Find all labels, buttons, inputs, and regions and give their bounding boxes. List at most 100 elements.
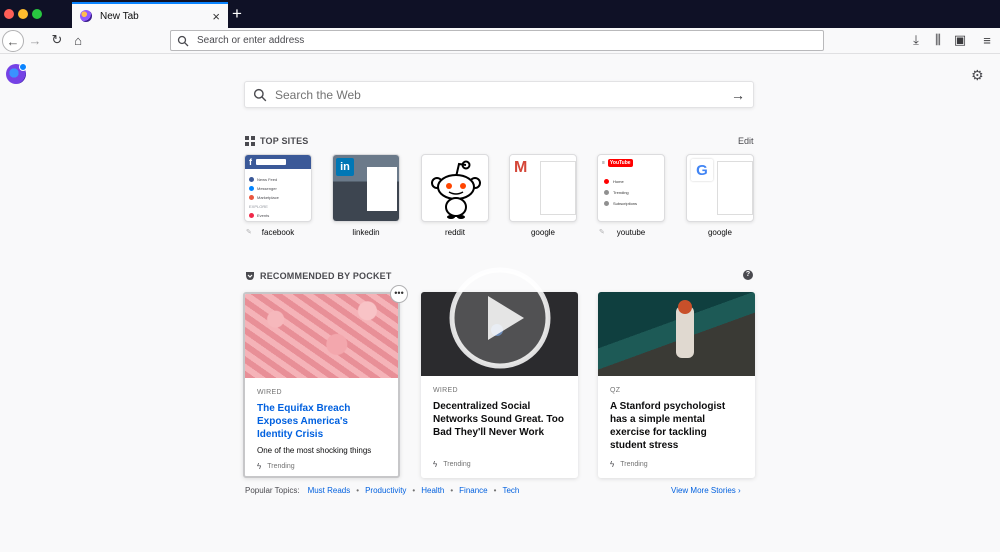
top-site-label: google (530, 228, 556, 237)
home-button[interactable]: ⌂ (70, 32, 86, 48)
pocket-icon (246, 272, 254, 280)
top-sites-label: TOP SITES (260, 136, 309, 146)
pocket-card[interactable]: QZ A Stanford psychologist has a simple … (598, 292, 755, 478)
youtube-row-label: Home (613, 179, 624, 184)
back-button[interactable]: ← (2, 30, 24, 52)
reload-button[interactable]: ↻ (49, 32, 65, 48)
top-site-youtube[interactable]: ≡ YouTube Home Trending Subscriptions (597, 154, 665, 222)
tab-new-tab[interactable]: New Tab × (72, 2, 228, 28)
zoom-window-button[interactable] (32, 9, 42, 19)
help-icon[interactable]: ? (743, 270, 753, 280)
search-submit-arrow-icon[interactable]: → (731, 87, 745, 103)
menu-button[interactable]: ≡ (979, 32, 995, 48)
card-context-menu-button[interactable]: ••• (390, 285, 408, 303)
view-more-label: View More Stories (671, 486, 736, 495)
sidebar-button[interactable]: ▣ (952, 32, 968, 48)
google-logo-icon: G (691, 159, 713, 181)
trending-bolt-icon: ϟ (610, 460, 615, 469)
messenger-icon (249, 186, 254, 191)
facebook-search-bar (256, 159, 286, 165)
new-tab-page: ⚙ Search the Web → TOP SITES Edit f News… (0, 54, 1000, 552)
top-site-facebook[interactable]: f News Feed Messenger Marketplace EXPLOR… (244, 154, 312, 222)
topic-separator: • (356, 486, 360, 495)
card-context-label: Trending (443, 461, 471, 468)
trending-bolt-icon: ϟ (433, 460, 438, 469)
card-context: ϟ Trending (433, 460, 471, 469)
close-window-button[interactable] (4, 9, 14, 19)
top-site-label: google (707, 228, 733, 237)
facebook-row: Events (245, 211, 311, 220)
facebook-row-label: Marketplace (257, 195, 279, 200)
topic-link[interactable]: Productivity (365, 486, 406, 495)
minimize-window-button[interactable] (18, 9, 28, 19)
top-site-reddit[interactable] (421, 154, 489, 222)
reddit-alien-icon (431, 160, 481, 219)
tab-title: New Tab (100, 10, 139, 22)
tab-strip: New Tab × + (0, 0, 1000, 28)
top-site-linkedin[interactable]: in (332, 154, 400, 222)
top-site-google-mail[interactable]: M (509, 154, 577, 222)
card-body: WIRED The Equifax Breach Exposes America… (245, 378, 398, 456)
navigation-toolbar: ← → ↻ ⌂ Search or enter address ⤓ ⫼ ▣ ≡ (0, 28, 1000, 54)
forward-button[interactable]: → (27, 32, 43, 48)
facebook-logo-icon: f (249, 157, 252, 167)
library-button[interactable]: ⫼ (930, 32, 946, 48)
popular-topics: Popular Topics: Must Reads • Productivit… (245, 486, 519, 495)
card-image (245, 294, 398, 378)
search-the-web-input[interactable]: Search the Web → (244, 81, 754, 108)
top-site-label: reddit (444, 228, 465, 237)
grid-icon (245, 136, 255, 146)
card-source: WIRED (257, 389, 282, 396)
news-feed-icon (249, 177, 254, 182)
youtube-logo-icon: YouTube (607, 159, 633, 167)
facebook-row-label: News Feed (257, 177, 278, 182)
settings-gear-icon[interactable]: ⚙ (971, 67, 984, 84)
topic-link[interactable]: Must Reads (308, 486, 351, 495)
pocket-heading[interactable]: RECOMMENDED BY POCKET (245, 271, 392, 281)
firefox-favicon-icon (80, 10, 92, 22)
card-excerpt: One of the most shocking things (257, 446, 372, 455)
card-image (598, 292, 755, 376)
card-title[interactable]: Decentralized Social Networks Sound Grea… (433, 400, 566, 439)
url-bar[interactable]: Search or enter address (170, 30, 824, 51)
events-icon (249, 213, 254, 218)
card-body: QZ A Stanford psychologist has a simple … (598, 376, 755, 452)
chevron-right-icon: › (738, 486, 741, 495)
card-image-figure-hair (678, 300, 692, 314)
top-site-google[interactable]: G (686, 154, 754, 222)
gmail-logo-icon: M (514, 159, 528, 176)
tab-close-icon[interactable]: × (212, 10, 220, 23)
youtube-header: ≡ YouTube (598, 155, 664, 171)
card-source: WIRED (433, 387, 458, 394)
view-more-stories-link[interactable]: View More Stories › (671, 486, 741, 495)
search-placeholder: Search the Web (275, 87, 361, 102)
new-tab-button[interactable]: + (232, 5, 242, 22)
video-play-icon[interactable] (448, 266, 552, 370)
card-context-label: Trending (620, 461, 648, 468)
top-site-label: facebook (261, 228, 295, 237)
card-title[interactable]: The Equifax Breach Exposes America's Ide… (257, 402, 386, 441)
card-context: ϟ Trending (610, 460, 648, 469)
firefox-window: New Tab × + ← → ↻ ⌂ Search or enter addr… (0, 0, 1000, 552)
youtube-row: Subscriptions (598, 198, 664, 209)
subscriptions-icon (604, 201, 609, 206)
trending-bolt-icon: ϟ (257, 462, 262, 471)
google-login-panel (717, 161, 753, 215)
home-icon (604, 179, 609, 184)
edit-top-sites-link[interactable]: Edit (738, 136, 754, 146)
card-title[interactable]: A Stanford psychologist has a simple men… (610, 400, 743, 452)
topic-link[interactable]: Finance (459, 486, 487, 495)
facebook-row: Messenger (245, 184, 311, 193)
linkedin-logo-icon: in (336, 158, 354, 176)
pocket-card[interactable]: WIRED The Equifax Breach Exposes America… (243, 292, 400, 478)
top-site-label: linkedin (352, 228, 380, 237)
top-sites-heading[interactable]: TOP SITES (245, 136, 308, 146)
topic-link[interactable]: Health (421, 486, 444, 495)
facebook-row-label: Events (257, 213, 270, 218)
card-source: QZ (610, 387, 621, 394)
topic-link[interactable]: Tech (502, 486, 519, 495)
youtube-row-label: Trending (613, 190, 629, 195)
topic-separator: • (450, 486, 454, 495)
card-context-label: Trending (267, 463, 295, 470)
downloads-button[interactable]: ⤓ (908, 32, 924, 48)
